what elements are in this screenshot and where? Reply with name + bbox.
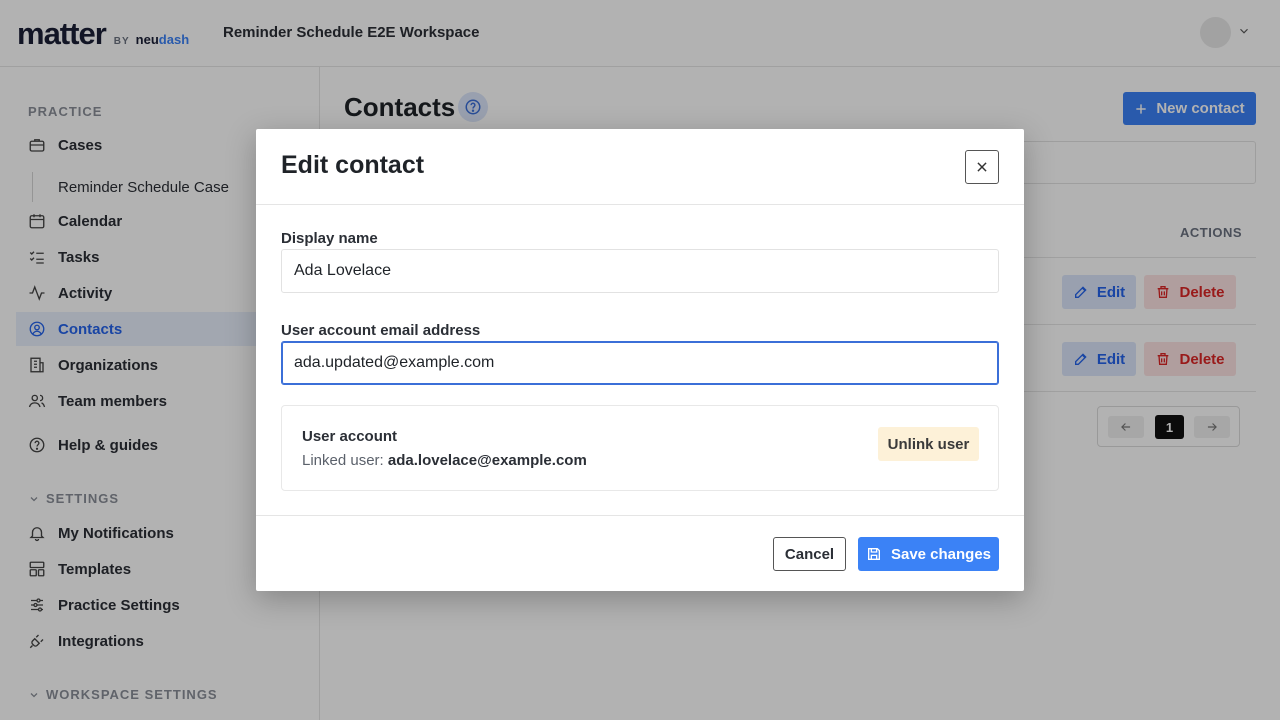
modal-title: Edit contact <box>281 151 425 179</box>
edit-contact-modal: Edit contact Display name User account e… <box>256 129 1024 591</box>
user-account-panel: User account Linked user: ada.lovelace@e… <box>281 405 999 491</box>
display-name-input[interactable] <box>281 249 999 293</box>
save-changes-label: Save changes <box>890 545 992 563</box>
save-icon <box>867 548 880 560</box>
modal-header: Edit contact <box>256 129 1024 205</box>
linked-user-text: Linked user: ada.lovelace@example.com <box>302 452 587 469</box>
cancel-button[interactable]: Cancel <box>773 537 846 571</box>
linked-user-email: ada.lovelace@example.com <box>387 452 587 469</box>
display-name-label: Display name <box>281 230 378 247</box>
close-button[interactable] <box>965 150 999 184</box>
email-label: User account email address <box>281 322 481 339</box>
email-input[interactable] <box>281 341 999 385</box>
linked-user-prefix: Linked user: <box>302 452 384 469</box>
unlink-user-button[interactable]: Unlink user <box>878 427 979 461</box>
user-account-title: User account <box>302 428 398 445</box>
close-icon <box>977 162 987 172</box>
modal-footer: Cancel Save changes <box>256 515 1024 591</box>
save-changes-button[interactable]: Save changes <box>858 537 999 571</box>
